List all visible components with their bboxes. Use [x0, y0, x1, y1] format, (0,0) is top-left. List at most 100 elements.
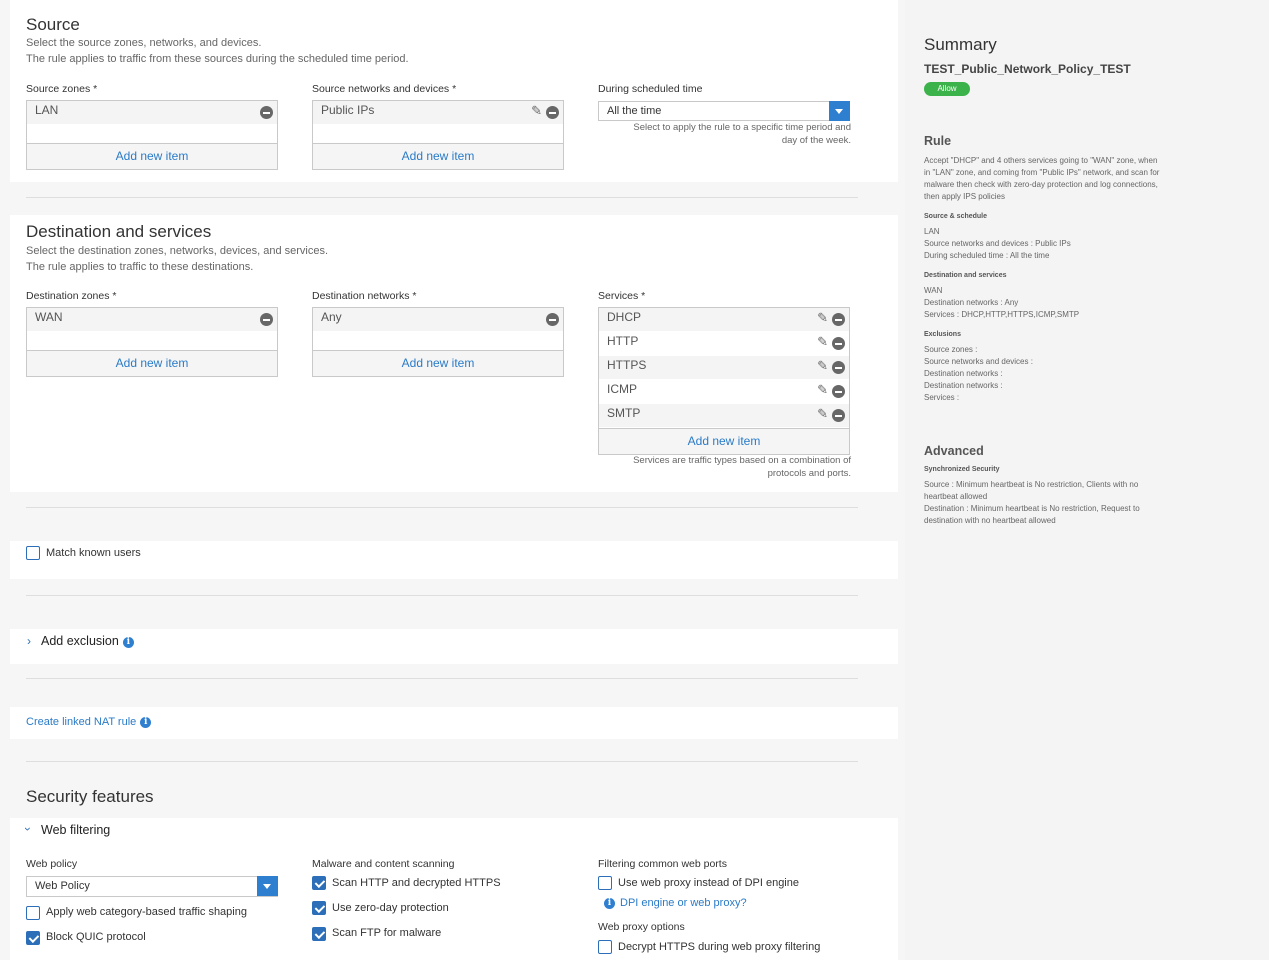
service-item: HTTP ✎ [599, 332, 849, 356]
security-title: Security features [26, 787, 154, 806]
web-policy-value: Web Policy [35, 880, 90, 892]
source-networks-label: Source networks and devices * [312, 83, 457, 95]
source-zones-box: LAN Add new item [26, 100, 278, 170]
sync-source-text: Source : Minimum heartbeat is No restric… [924, 480, 1139, 501]
match-users-panel [10, 541, 898, 579]
summary-src-line: LAN [924, 227, 940, 236]
summary-src-line: During scheduled time : All the time [924, 251, 1050, 260]
destination-zone-label: WAN [35, 310, 63, 324]
add-exclusion-toggle[interactable]: Add exclusion i [41, 634, 134, 648]
add-source-zone-button[interactable]: Add new item [27, 143, 277, 169]
destination-services-heading: Destination and services [924, 272, 1007, 279]
scan-http-label: Scan HTTP and decrypted HTTPS [332, 877, 501, 889]
destination-zones-label: Destination zones * [26, 290, 117, 302]
web-policy-select[interactable]: Web Policy [26, 876, 278, 897]
service-label: HTTP [607, 334, 639, 348]
add-service-button[interactable]: Add new item [599, 428, 849, 454]
remove-icon[interactable] [546, 106, 559, 119]
destination-networks-box: Any Add new item [312, 307, 564, 377]
rule-name: TEST_Public_Network_Policy_TEST [924, 62, 1131, 76]
remove-icon[interactable] [260, 106, 273, 119]
destination-desc-2: The rule applies to traffic to these des… [26, 261, 254, 273]
edit-pencil-icon[interactable]: ✎ [817, 359, 828, 373]
dpi-link-row: i DPI engine or web proxy? [604, 897, 747, 909]
scan-http-checkbox[interactable] [312, 876, 326, 890]
block-quic-label: Block QUIC protocol [46, 931, 146, 943]
rule-form: Source Select the source zones, networks… [0, 0, 905, 960]
match-known-users-checkbox[interactable] [26, 546, 40, 560]
info-icon[interactable]: i [140, 717, 152, 728]
status-badge: Allow [924, 82, 970, 96]
web-ports-label: Filtering common web ports [598, 858, 727, 870]
service-label: ICMP [607, 382, 637, 396]
scan-ftp-label: Scan FTP for malware [332, 927, 442, 939]
source-schedule-heading: Source & schedule [924, 213, 988, 220]
summary-dst-line: WAN [924, 286, 943, 295]
remove-icon[interactable] [832, 409, 845, 422]
chevron-right-icon[interactable]: › [27, 634, 31, 648]
chevron-down-icon[interactable] [257, 876, 278, 896]
sync-destination-text: Destination : Minimum heartbeat is No re… [924, 504, 1140, 525]
service-label: SMTP [607, 406, 641, 420]
chevron-down-icon[interactable] [829, 101, 850, 121]
match-known-users-label: Match known users [46, 547, 141, 559]
source-zone-label: LAN [35, 103, 59, 117]
services-box: DHCP ✎ HTTP ✎ HTTPS ✎ ICMP ✎ SMTP ✎ Add … [598, 307, 850, 455]
remove-icon[interactable] [832, 337, 845, 350]
summary-src-line: Source networks and devices : Public IPs [924, 239, 1071, 248]
add-source-network-button[interactable]: Add new item [313, 143, 563, 169]
destination-networks-label: Destination networks * [312, 290, 417, 302]
apply-shaping-checkbox[interactable] [26, 906, 40, 920]
advanced-heading: Advanced [924, 444, 984, 458]
destination-title: Destination and services [26, 222, 212, 241]
create-nat-rule-link[interactable]: Create linked NAT rule [26, 716, 136, 728]
web-policy-label: Web policy [26, 858, 78, 870]
summary-excl-line: Source zones : [924, 345, 978, 354]
nat-link-row: Create linked NAT rule i [26, 716, 152, 728]
info-icon[interactable]: i [122, 637, 134, 648]
edit-pencil-icon[interactable]: ✎ [817, 335, 828, 349]
source-desc-2: The rule applies to traffic from these s… [26, 53, 409, 65]
zero-day-checkbox[interactable] [312, 901, 326, 915]
decrypt-https-checkbox[interactable] [598, 940, 612, 954]
remove-icon[interactable] [832, 361, 845, 374]
remove-icon[interactable] [546, 313, 559, 326]
destination-zone-item: WAN [27, 308, 277, 332]
edit-pencil-icon[interactable]: ✎ [531, 104, 542, 118]
source-desc-1: Select the source zones, networks, and d… [26, 37, 262, 49]
destination-desc-1: Select the destination zones, networks, … [26, 245, 329, 257]
dpi-or-proxy-link[interactable]: DPI engine or web proxy? [620, 897, 747, 909]
summary-dst-line: Destination networks : Any [924, 298, 1019, 307]
add-destination-zone-button[interactable]: Add new item [27, 350, 277, 376]
schedule-select[interactable]: All the time [598, 101, 850, 121]
edit-pencil-icon[interactable]: ✎ [817, 407, 828, 421]
scan-ftp-checkbox[interactable] [312, 927, 326, 941]
block-quic-checkbox[interactable] [26, 931, 40, 945]
add-exclusion-label: Add exclusion [41, 634, 119, 648]
info-icon[interactable]: i [604, 898, 615, 909]
remove-icon[interactable] [260, 313, 273, 326]
schedule-hint: Select to apply the rule to a specific t… [633, 122, 851, 146]
summary-title: Summary [924, 35, 997, 54]
source-title: Source [26, 15, 80, 34]
rule-description: Accept "DHCP" and 4 others services goin… [924, 156, 1160, 201]
schedule-value: All the time [607, 105, 662, 117]
summary-excl-line: Services : [924, 393, 960, 402]
remove-icon[interactable] [832, 385, 845, 398]
edit-pencil-icon[interactable]: ✎ [817, 383, 828, 397]
add-destination-network-button[interactable]: Add new item [313, 350, 563, 376]
web-filtering-toggle[interactable]: Web filtering [41, 823, 110, 837]
use-proxy-label: Use web proxy instead of DPI engine [618, 877, 799, 889]
summary-dst-line: Services : DHCP,HTTP,HTTPS,ICMP,SMTP [924, 310, 1080, 319]
use-proxy-checkbox[interactable] [598, 876, 612, 890]
services-hint: Services are traffic types based on a co… [633, 455, 851, 479]
exclusion-panel [10, 629, 898, 664]
zero-day-label: Use zero-day protection [332, 902, 449, 914]
edit-pencil-icon[interactable]: ✎ [817, 311, 828, 325]
summary-excl-line: Destination networks : [924, 369, 1003, 378]
remove-icon[interactable] [832, 313, 845, 326]
chevron-down-icon[interactable]: › [21, 827, 35, 831]
summary-excl-line: Destination networks : [924, 381, 1003, 390]
malware-label: Malware and content scanning [312, 858, 455, 870]
summary-excl-line: Source networks and devices : [924, 357, 1033, 366]
